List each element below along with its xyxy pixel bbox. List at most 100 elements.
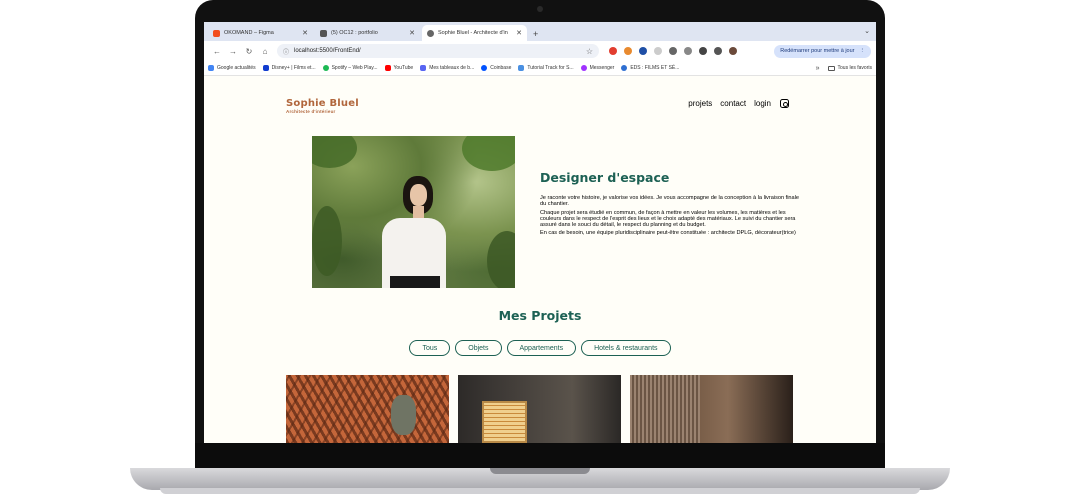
site-logo[interactable]: Sophie Bluel xyxy=(286,98,359,109)
project-filters: Tous Objets Appartements Hotels & restau… xyxy=(204,340,876,356)
bookmark-label: Google actualités xyxy=(217,65,256,71)
portrait-face xyxy=(410,184,427,206)
side-panel-icon[interactable] xyxy=(714,47,722,55)
laptop-chin xyxy=(195,443,885,468)
close-icon[interactable]: ✕ xyxy=(409,29,415,37)
intro-paragraph: En cas de besoin, une équipe pluridiscip… xyxy=(540,230,796,237)
extension-icon[interactable] xyxy=(684,47,692,55)
bookmark-item[interactable]: Coinbase xyxy=(481,65,511,71)
projects-title: Mes Projets xyxy=(498,308,582,323)
tab-title: (5) OC12 : portfolio xyxy=(331,30,378,36)
filter-tous-button[interactable]: Tous xyxy=(409,340,451,356)
site-info-icon[interactable]: ⓘ xyxy=(283,47,289,56)
bookmark-item[interactable]: Tutorial Track for S... xyxy=(518,65,574,71)
nav-contact-link[interactable]: contact xyxy=(720,99,746,108)
leaf-shape xyxy=(312,136,357,168)
bookmark-item[interactable]: Disney+ | Films et... xyxy=(262,65,316,71)
folder-icon xyxy=(827,65,835,71)
leaf-shape xyxy=(312,206,342,276)
close-icon[interactable]: ✕ xyxy=(516,29,522,37)
extension-icon[interactable] xyxy=(639,47,647,55)
nav-login-link[interactable]: login xyxy=(754,99,771,108)
extension-icon[interactable] xyxy=(609,47,617,55)
bookmark-label: Coinbase xyxy=(490,65,512,71)
spotify-icon xyxy=(322,65,329,71)
dashboard-icon xyxy=(420,65,427,71)
back-icon[interactable]: ← xyxy=(209,47,225,56)
all-bookmarks-folder[interactable]: Tous les favoris xyxy=(827,65,872,71)
gallery-image-wooden-roof[interactable] xyxy=(286,375,449,443)
tab-figma[interactable]: OKOMAND – Figma ✕ xyxy=(208,25,313,41)
bookmark-item[interactable]: Messenger xyxy=(580,65,615,71)
profile-photo xyxy=(312,136,515,288)
address-bar-row: ← → ↻ ⌂ ⓘ localhost:5500/FrontEnd/ ☆ Red… xyxy=(204,41,876,61)
bookmark-item[interactable]: Google actualités xyxy=(208,65,256,71)
bookmark-label: Spotify – Web Play... xyxy=(331,65,378,71)
globe-icon xyxy=(427,29,434,37)
tutorial-icon xyxy=(518,65,525,71)
site-logo-subtitle: Architecte d'intérieur xyxy=(286,109,336,114)
forward-icon[interactable]: → xyxy=(225,47,241,56)
tab-title: OKOMAND – Figma xyxy=(224,30,274,36)
gallery-image-interior[interactable] xyxy=(630,375,793,443)
site-nav: projets contact login xyxy=(680,99,789,108)
intro-description: Je raconte votre histoire, je valorise v… xyxy=(540,195,802,239)
tab-bar: OKOMAND – Figma ✕ (5) OC12 : portfolio ✕… xyxy=(204,22,876,41)
tab-search-chevron-icon[interactable]: ⌄ xyxy=(864,27,870,35)
bookmark-label: YouTube xyxy=(393,65,414,71)
tab-sophie-bluel[interactable]: Sophie Bluel - Architecte d'in ✕ xyxy=(422,25,527,41)
bookmark-item[interactable]: Spotify – Web Play... xyxy=(322,65,378,71)
instagram-icon[interactable] xyxy=(780,99,789,108)
figma-icon xyxy=(213,29,220,37)
youtube-icon xyxy=(384,65,391,71)
more-icon[interactable]: ⋮ xyxy=(860,48,866,54)
bookmark-item[interactable]: YouTube xyxy=(384,65,414,71)
nav-projets-link[interactable]: projets xyxy=(688,99,712,108)
metamask-icon[interactable] xyxy=(624,47,632,55)
leaf-shape xyxy=(487,231,515,288)
gallery-image-lamp[interactable] xyxy=(458,375,621,443)
intro-title: Designer d'espace xyxy=(540,170,670,185)
new-tab-button[interactable]: + xyxy=(533,29,538,39)
relaunch-button[interactable]: Redémarrer pour mettre à jour ⋮ xyxy=(774,44,871,58)
bookmarks-bar: Google actualités Disney+ | Films et... … xyxy=(204,61,876,76)
bookmark-item[interactable]: EDS : FILMS ET SÉ... xyxy=(621,65,679,71)
laptop-base-shadow xyxy=(160,488,920,494)
bookmark-label: Messenger xyxy=(589,65,615,71)
bookmark-item[interactable]: Mes tableaux de b... xyxy=(420,65,474,71)
bookmark-star-icon[interactable]: ☆ xyxy=(586,47,593,56)
close-icon[interactable]: ✕ xyxy=(302,29,308,37)
bookmark-label: Mes tableaux de b... xyxy=(429,65,475,71)
coinbase-icon xyxy=(481,65,488,71)
download-icon[interactable] xyxy=(699,47,707,55)
folder-label: Tous les favoris xyxy=(837,65,872,71)
laptop-notch xyxy=(490,468,590,474)
bookmark-label: EDS : FILMS ET SÉ... xyxy=(630,65,680,71)
google-news-icon xyxy=(208,65,214,71)
browser-window: OKOMAND – Figma ✕ (5) OC12 : portfolio ✕… xyxy=(204,22,876,443)
relaunch-label: Redémarrer pour mettre à jour xyxy=(780,48,855,54)
intro-paragraph: Je raconte votre histoire, je valorise v… xyxy=(540,195,800,208)
lamp-shape xyxy=(482,401,527,443)
bookmark-label: Disney+ | Films et... xyxy=(271,65,316,71)
films-icon xyxy=(621,65,628,71)
web-page: Sophie Bluel Architecte d'intérieur proj… xyxy=(204,76,876,443)
extension-icon[interactable] xyxy=(669,47,677,55)
home-icon[interactable]: ⌂ xyxy=(257,47,273,56)
filter-hotels-restaurants-button[interactable]: Hotels & restaurants xyxy=(581,340,671,356)
bookmarks-overflow-button[interactable]: » xyxy=(816,65,820,72)
portrait-pants xyxy=(390,276,440,288)
url-text: localhost:5500/FrontEnd/ xyxy=(294,48,361,54)
extension-icon[interactable] xyxy=(654,47,662,55)
avatar[interactable] xyxy=(729,47,737,55)
tab-title: Sophie Bluel - Architecte d'in xyxy=(438,30,508,36)
tab-portfolio[interactable]: (5) OC12 : portfolio ✕ xyxy=(315,25,420,41)
disney-icon xyxy=(262,65,269,71)
filter-appartements-button[interactable]: Appartements xyxy=(506,340,577,356)
reload-icon[interactable]: ↻ xyxy=(241,47,257,56)
leaf-shape xyxy=(462,136,515,171)
filter-objets-button[interactable]: Objets xyxy=(455,340,502,356)
bookmark-label: Tutorial Track for S... xyxy=(527,65,574,71)
url-input[interactable]: ⓘ localhost:5500/FrontEnd/ ☆ xyxy=(277,44,599,58)
intro-paragraph: Chaque projet sera étudié en commun, de … xyxy=(540,209,796,229)
